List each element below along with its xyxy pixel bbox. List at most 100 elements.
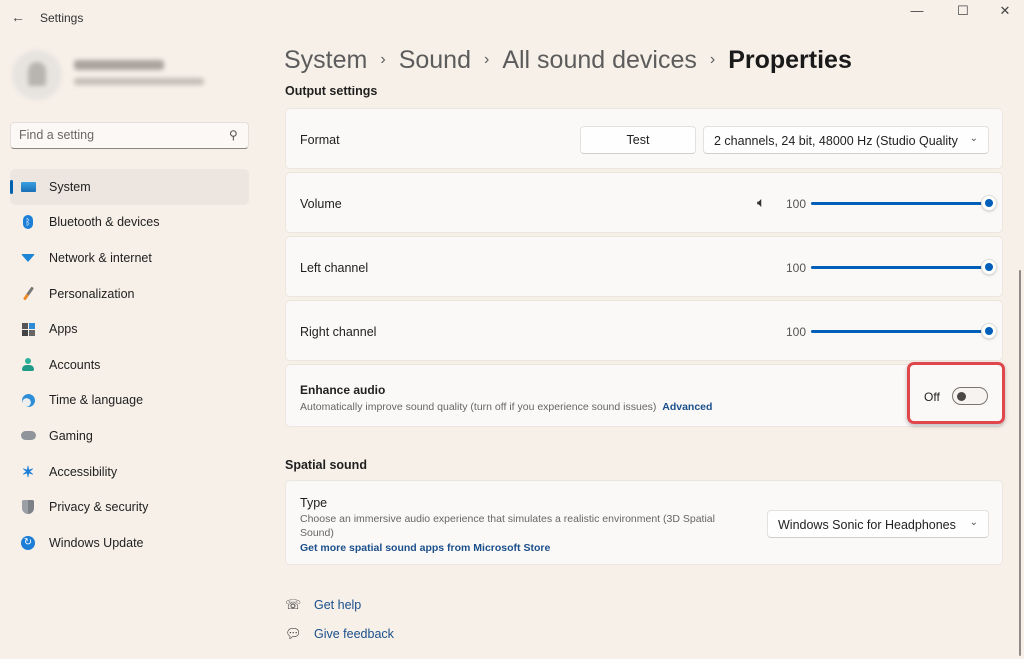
format-dropdown-value: 2 channels, 24 bit, 48000 Hz (Studio Qua… bbox=[714, 134, 958, 148]
sidebar-item-time-language[interactable]: Time & language bbox=[10, 383, 249, 419]
arrow-left-icon: ← bbox=[11, 9, 25, 25]
get-help-text[interactable]: Get help bbox=[314, 598, 361, 612]
sidebar-item-label: Privacy & security bbox=[49, 500, 149, 515]
spatial-type-card: Type Choose an immersive audio experienc… bbox=[285, 480, 1003, 565]
advanced-link[interactable]: Advanced bbox=[662, 401, 712, 413]
scrollbar[interactable] bbox=[1019, 270, 1021, 656]
chevron-down-icon: ⌄ bbox=[969, 133, 978, 144]
enhance-audio-label: Enhance audio bbox=[300, 383, 386, 397]
sidebar-item-label: Apps bbox=[49, 322, 78, 337]
section-title-output-settings: Output settings bbox=[285, 86, 378, 98]
sidebar-nav: System ᛒ Bluetooth & devices Network & i… bbox=[10, 169, 249, 561]
volume-label: Volume bbox=[300, 197, 342, 211]
chevron-right-icon: › bbox=[380, 50, 386, 68]
spatial-type-dropdown[interactable]: Windows Sonic for Headphones ⌄ bbox=[767, 510, 989, 538]
page-title: Properties bbox=[728, 46, 852, 74]
sidebar-item-label: Time & language bbox=[49, 393, 144, 408]
breadcrumb-all-sound-devices[interactable]: All sound devices bbox=[502, 46, 697, 75]
right-channel-card: Right channel 100 bbox=[285, 300, 1003, 361]
speaker-icon[interactable]: 🔈︎ bbox=[757, 194, 765, 211]
format-label: Format bbox=[300, 133, 340, 147]
spatial-type-value: Windows Sonic for Headphones bbox=[778, 518, 956, 532]
volume-card: Volume 🔈︎ 100 bbox=[285, 172, 1003, 233]
left-channel-value: 100 bbox=[786, 261, 807, 275]
slider-fill bbox=[811, 330, 989, 333]
bluetooth-icon: ᛒ bbox=[20, 214, 36, 230]
sidebar-item-windows-update[interactable]: ↻ Windows Update bbox=[10, 525, 249, 561]
profile-name-blurred bbox=[74, 60, 164, 70]
update-icon: ↻ bbox=[20, 535, 36, 551]
sidebar-item-accounts[interactable]: Accounts bbox=[10, 347, 249, 383]
sidebar-item-label: Bluetooth & devices bbox=[49, 215, 160, 230]
volume-value: 100 bbox=[786, 197, 807, 211]
search-icon[interactable]: ⚲ bbox=[229, 128, 238, 142]
sidebar-item-gaming[interactable]: Gaming bbox=[10, 418, 249, 454]
app-title: Settings bbox=[40, 11, 84, 25]
test-button[interactable]: Test bbox=[580, 126, 696, 154]
give-feedback-link[interactable]: 💬︎ Give feedback bbox=[285, 626, 394, 642]
profile-email-blurred bbox=[74, 78, 204, 85]
spatial-type-label: Type bbox=[300, 496, 328, 510]
chevron-right-icon: › bbox=[483, 50, 490, 68]
left-channel-slider[interactable] bbox=[811, 259, 997, 275]
sidebar-item-label: System bbox=[49, 179, 91, 194]
sidebar-item-network-internet[interactable]: Network & internet bbox=[10, 240, 249, 276]
gamepad-icon bbox=[20, 428, 36, 444]
person-icon bbox=[20, 357, 36, 373]
sidebar-item-label: Accessibility bbox=[49, 464, 118, 479]
volume-slider[interactable] bbox=[811, 195, 997, 211]
enhance-audio-description: Automatically improve sound quality (tur… bbox=[300, 401, 713, 413]
chevron-right-icon: › bbox=[709, 50, 716, 68]
breadcrumb-system[interactable]: System bbox=[284, 46, 367, 75]
feedback-icon: 💬︎ bbox=[285, 626, 302, 641]
slider-thumb[interactable] bbox=[981, 323, 997, 339]
clock-globe-icon bbox=[20, 392, 36, 408]
right-channel-value: 100 bbox=[786, 325, 807, 339]
wifi-icon bbox=[20, 250, 36, 266]
help-icon: ☏ bbox=[285, 597, 302, 612]
section-title-spatial-sound: Spatial sound bbox=[285, 458, 367, 472]
search-input[interactable] bbox=[19, 128, 219, 142]
sidebar-item-system[interactable]: System bbox=[10, 169, 249, 205]
spatial-type-description: Choose an immersive audio experience tha… bbox=[300, 513, 715, 539]
shield-icon bbox=[20, 499, 36, 515]
title-bar: ← Settings — ☐ ✕ bbox=[0, 0, 1024, 36]
sidebar-item-label: Gaming bbox=[49, 428, 93, 443]
paintbrush-icon bbox=[20, 286, 36, 302]
apps-icon bbox=[20, 321, 36, 337]
left-channel-label: Left channel bbox=[300, 261, 369, 275]
sidebar-item-apps[interactable]: Apps bbox=[10, 311, 249, 347]
search-box[interactable]: ⚲ bbox=[10, 122, 249, 149]
highlight-annotation-box bbox=[907, 362, 1005, 424]
slider-thumb[interactable] bbox=[981, 259, 997, 275]
minimize-button[interactable]: — bbox=[897, 2, 937, 20]
back-button[interactable]: ← bbox=[9, 8, 27, 26]
sidebar-item-label: Windows Update bbox=[49, 535, 144, 550]
breadcrumb-sound[interactable]: Sound bbox=[399, 46, 471, 75]
sidebar-item-personalization[interactable]: Personalization bbox=[10, 276, 249, 312]
left-channel-card: Left channel 100 bbox=[285, 236, 1003, 297]
close-button[interactable]: ✕ bbox=[985, 2, 1024, 20]
breadcrumb: System › Sound › All sound devices › Pro… bbox=[284, 46, 852, 75]
get-help-link[interactable]: ☏ Get help bbox=[285, 597, 361, 613]
right-channel-slider[interactable] bbox=[811, 323, 997, 339]
give-feedback-text[interactable]: Give feedback bbox=[314, 627, 394, 641]
get-spatial-apps-link[interactable]: Get more spatial sound apps from Microso… bbox=[300, 541, 550, 555]
sidebar-item-label: Personalization bbox=[49, 286, 135, 301]
format-dropdown[interactable]: 2 channels, 24 bit, 48000 Hz (Studio Qua… bbox=[703, 126, 989, 154]
minimize-icon: — bbox=[910, 3, 924, 18]
slider-fill bbox=[811, 266, 989, 269]
close-icon: ✕ bbox=[999, 3, 1011, 18]
sidebar-item-label: Network & internet bbox=[49, 250, 152, 265]
accessibility-icon: ✶ bbox=[21, 463, 35, 481]
sidebar-item-label: Accounts bbox=[49, 357, 101, 372]
right-channel-label: Right channel bbox=[300, 325, 377, 339]
sidebar-item-accessibility[interactable]: ✶ Accessibility bbox=[10, 454, 249, 490]
avatar bbox=[12, 50, 62, 100]
enhance-audio-card: Enhance audio Automatically improve soun… bbox=[285, 364, 1003, 427]
slider-thumb[interactable] bbox=[981, 195, 997, 211]
sidebar-item-bluetooth-devices[interactable]: ᛒ Bluetooth & devices bbox=[10, 205, 249, 241]
sidebar-item-privacy-security[interactable]: Privacy & security bbox=[10, 489, 249, 525]
maximize-button[interactable]: ☐ bbox=[943, 2, 983, 20]
maximize-icon: ☐ bbox=[957, 3, 969, 18]
